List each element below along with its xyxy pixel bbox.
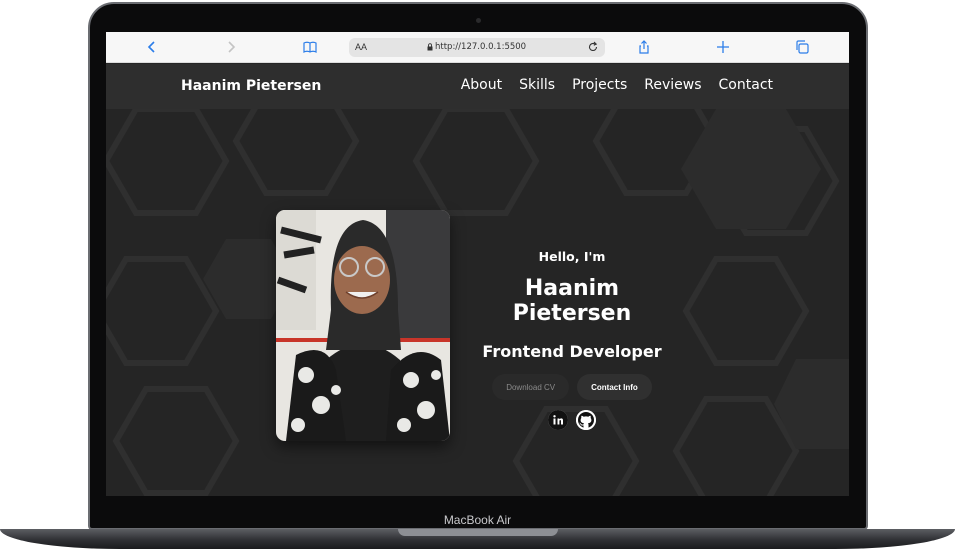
greeting-text: Hello, I'm bbox=[538, 249, 606, 264]
social-links bbox=[462, 410, 682, 430]
contact-info-button[interactable]: Contact Info bbox=[577, 374, 652, 400]
nav-links: About Skills Projects Reviews Contact bbox=[461, 77, 773, 93]
linkedin-icon[interactable] bbox=[548, 410, 568, 430]
intro-block: Hello, I'm Haanim Pietersen Frontend Dev… bbox=[462, 249, 682, 430]
address-bar[interactable]: AA http://127.0.0.1:5500 bbox=[349, 38, 605, 57]
nav-link-contact[interactable]: Contact bbox=[719, 77, 773, 93]
nav-link-skills[interactable]: Skills bbox=[519, 77, 555, 93]
nav-link-projects[interactable]: Projects bbox=[572, 77, 627, 93]
profile-photo bbox=[276, 210, 450, 441]
tabs-icon[interactable] bbox=[794, 39, 810, 55]
browser-window: AA http://127.0.0.1:5500 Haanim Pieterse… bbox=[106, 32, 849, 496]
back-icon[interactable] bbox=[144, 39, 160, 55]
nav-link-about[interactable]: About bbox=[461, 77, 502, 93]
hero-role: Frontend Developer bbox=[482, 342, 662, 361]
forward-icon[interactable] bbox=[223, 39, 239, 55]
hero-buttons: Download CV Contact Info bbox=[462, 374, 682, 400]
share-icon[interactable] bbox=[636, 39, 652, 55]
nav-link-reviews[interactable]: Reviews bbox=[644, 77, 701, 93]
github-icon[interactable] bbox=[576, 410, 596, 430]
download-cv-button[interactable]: Download CV bbox=[492, 374, 570, 400]
camera-icon bbox=[476, 18, 481, 23]
book-icon[interactable] bbox=[302, 39, 318, 55]
laptop-notch bbox=[398, 529, 558, 536]
site-navbar: Haanim Pietersen About Skills Projects R… bbox=[106, 64, 849, 109]
device-label: MacBook Air bbox=[443, 513, 512, 527]
browser-toolbar: AA http://127.0.0.1:5500 bbox=[106, 32, 849, 63]
site-brand[interactable]: Haanim Pietersen bbox=[181, 78, 321, 94]
hero-name: Haanim Pietersen bbox=[512, 276, 632, 326]
url-text[interactable]: http://127.0.0.1:5500 bbox=[435, 42, 526, 52]
lock-icon bbox=[427, 43, 433, 51]
reload-icon[interactable] bbox=[587, 41, 599, 53]
hero-section: Hello, I'm Haanim Pietersen Frontend Dev… bbox=[106, 109, 849, 496]
plus-icon[interactable] bbox=[715, 39, 731, 55]
text-size-button[interactable]: AA bbox=[355, 42, 367, 52]
